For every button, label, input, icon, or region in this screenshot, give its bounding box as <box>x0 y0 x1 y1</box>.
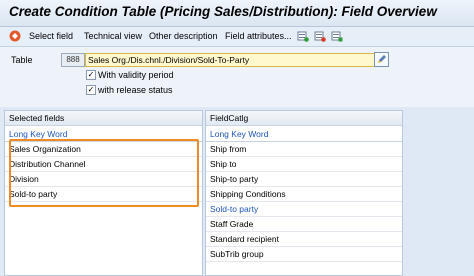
technical-view-button[interactable]: Technical view <box>84 31 142 41</box>
table-row[interactable]: Sales Organization <box>5 141 202 157</box>
table-row[interactable]: Division <box>5 171 202 187</box>
list-item[interactable]: Ship-to party <box>206 171 402 187</box>
insert-row-icon[interactable] <box>297 30 309 42</box>
row-label: Shipping Conditions <box>210 189 286 199</box>
column-header-label: Long Key Word <box>210 129 269 139</box>
window-title: Create Condition Table (Pricing Sales/Di… <box>9 4 437 19</box>
selected-fields-header: Selected fields <box>5 111 202 126</box>
copy-row-icon[interactable] <box>331 30 343 42</box>
display-change-icon[interactable] <box>9 30 21 42</box>
table-label: Table <box>11 55 33 65</box>
row-label: SubTrib group <box>210 249 264 259</box>
with-release-status-checkbox[interactable]: ✓ <box>86 85 96 95</box>
list-item[interactable]: Staff Grade <box>206 216 402 232</box>
list-item[interactable]: SubTrib group <box>206 246 402 262</box>
application-toolbar: Select field Technical view Other descri… <box>0 27 474 47</box>
selected-fields-panel: Selected fields Long Key Word Sales Orga… <box>4 110 203 276</box>
list-item[interactable]: Ship to <box>206 156 402 172</box>
row-label: Standard recipient <box>210 234 279 244</box>
list-item[interactable]: Shipping Conditions <box>206 186 402 202</box>
list-item[interactable]: Sold-to party <box>206 201 402 217</box>
with-release-status-label: with release status <box>98 85 173 95</box>
with-validity-period-checkbox[interactable]: ✓ <box>86 70 96 80</box>
table-number-field[interactable]: 888 <box>61 53 85 67</box>
row-label: Staff Grade <box>210 219 254 229</box>
row-label: Distribution Channel <box>9 159 86 169</box>
field-catalog-header: FieldCatlg <box>206 111 402 126</box>
with-validity-period-label: With validity period <box>98 70 174 80</box>
other-description-button[interactable]: Other description <box>149 31 218 41</box>
row-label: Division <box>9 174 39 184</box>
field-catalog-title: FieldCatlg <box>210 113 249 123</box>
table-row[interactable]: Sold-to party <box>5 186 202 202</box>
row-label: Sold-to party <box>210 204 259 214</box>
row-label: Ship to <box>210 159 237 169</box>
field-catalog-panel: FieldCatlg Long Key Word Ship from Ship … <box>205 110 403 276</box>
list-item[interactable]: Ship from <box>206 141 402 157</box>
column-header-label: Long Key Word <box>9 129 68 139</box>
table-row[interactable]: Distribution Channel <box>5 156 202 172</box>
delete-row-icon[interactable] <box>314 30 326 42</box>
selected-fields-title: Selected fields <box>9 113 65 123</box>
list-item[interactable]: Standard recipient <box>206 231 402 247</box>
field-attributes-button[interactable]: Field attributes... <box>225 31 292 41</box>
edit-description-icon[interactable] <box>374 52 389 67</box>
row-label: Ship from <box>210 144 247 154</box>
title-bar: Create Condition Table (Pricing Sales/Di… <box>0 0 474 27</box>
row-label: Sold-to party <box>9 189 58 199</box>
row-label: Sales Organization <box>9 144 81 154</box>
field-catalog-column-header[interactable]: Long Key Word <box>206 126 402 142</box>
select-field-button[interactable]: Select field <box>29 31 73 41</box>
selected-fields-column-header[interactable]: Long Key Word <box>5 126 202 142</box>
row-label: Ship-to party <box>210 174 259 184</box>
table-description-field[interactable]: Sales Org./Dis.chnl./Division/Sold-To-Pa… <box>85 53 375 67</box>
